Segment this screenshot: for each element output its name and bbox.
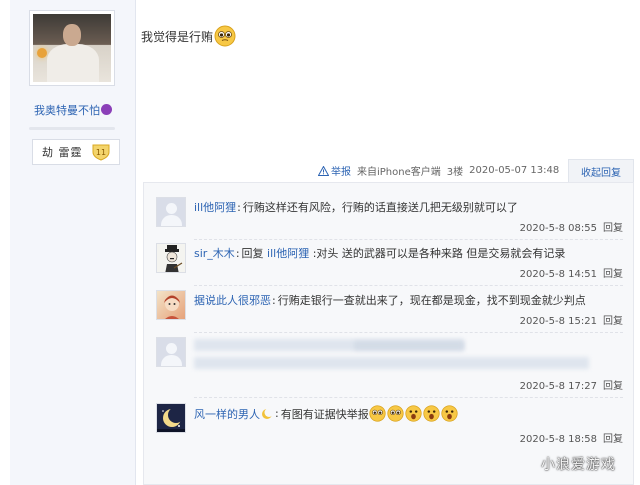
reply-avatar[interactable] <box>156 337 186 367</box>
reply-username[interactable]: sir_木木 <box>194 245 235 261</box>
reply-avatar[interactable] <box>156 290 186 320</box>
reply-content: ill他阿狸 : 行贿这样还有风险，行贿的话直接送几把无级别就可以了 <box>194 199 518 215</box>
reply-content: 风一样的男人 : 有图有证据快举报 <box>194 405 459 422</box>
reply-content: sir_木木 : 回复 ill他阿狸 :对头 送的武器可以是各种来路 但是交易就… <box>194 245 565 261</box>
level-name: 劫 雷霆 <box>42 146 83 159</box>
reply-content: 据说此人很邪恶 : 行贿走银行一查就出来了，现在都是现金，找不到现金就少判点 <box>194 292 586 308</box>
reply-button[interactable]: 回复 <box>603 381 623 392</box>
reply-button[interactable]: 回复 <box>603 269 623 280</box>
list-item: ill他阿狸 : 行贿这样还有风险，行贿的话直接送几把无级别就可以了 2020-… <box>144 197 633 240</box>
blurred-content <box>354 341 464 350</box>
reply-footer: 2020-5-8 14:51 回复 <box>520 265 623 280</box>
post-content: 我觉得是行贿 <box>141 25 236 47</box>
scared-face-emoji-icon <box>441 405 458 422</box>
moon-emoji-icon <box>262 407 273 419</box>
scared-face-emoji-icon <box>423 405 440 422</box>
author-username[interactable]: 我奥特曼不怕 <box>10 102 136 118</box>
reply-button[interactable]: 回复 <box>603 223 623 234</box>
list-item: 2020-5-8 17:27 回复 <box>144 337 633 398</box>
reply-text: :对头 送的武器可以是各种来路 但是交易就会有记录 <box>312 247 566 260</box>
avatar-image <box>33 14 111 82</box>
author-panel: 我奥特曼不怕 劫 雷霆 11 <box>10 0 136 485</box>
post-meta: 举报 来自iPhone客户端 3楼 2020-05-07 13:48 <box>318 163 565 178</box>
reply-separator: : <box>275 407 279 420</box>
pleading-face-emoji-icon <box>387 405 404 422</box>
reply-footer: 2020-5-8 18:58 回复 <box>520 430 623 445</box>
pleading-face-emoji-icon <box>369 405 386 422</box>
level-badge-box[interactable]: 劫 雷霆 11 <box>32 139 120 165</box>
reply-text: 行贿走银行一查就出来了，现在都是现金，找不到现金就少判点 <box>277 294 586 307</box>
author-avatar[interactable] <box>29 10 115 86</box>
reply-avatar[interactable] <box>156 403 186 433</box>
author-divider <box>29 127 115 130</box>
moon-avatar-icon <box>157 407 185 432</box>
reply-divider <box>194 239 623 240</box>
reply-button[interactable]: 回复 <box>603 316 623 327</box>
reply-time: 2020-5-8 08:55 <box>519 223 597 234</box>
watermark: 小浪爱游戏 <box>541 457 616 473</box>
reply-word: 回复 <box>241 247 264 260</box>
reply-avatar[interactable] <box>156 243 186 273</box>
reply-footer: 2020-5-8 15:21 回复 <box>520 312 623 327</box>
reply-list: ill他阿狸 : 行贿这样还有风险，行贿的话直接送几把无级别就可以了 2020-… <box>143 182 634 485</box>
reply-separator: : <box>237 200 241 214</box>
reply-time: 2020-5-8 15:21 <box>519 316 597 327</box>
reply-time: 2020-5-8 17:27 <box>519 381 597 392</box>
author-name-text[interactable]: 我奥特曼不怕 <box>34 104 100 117</box>
reply-footer: 2020-5-8 08:55 回复 <box>520 219 623 234</box>
reply-time: 2020-5-8 18:58 <box>519 434 597 445</box>
reply-time: 2020-5-8 14:51 <box>519 269 597 280</box>
reply-separator: : <box>235 246 240 260</box>
reply-divider <box>194 397 623 398</box>
reply-username[interactable]: ill他阿狸 <box>194 199 236 215</box>
warning-icon <box>318 165 329 176</box>
post-text: 我觉得是行贿 <box>141 29 214 44</box>
anime-avatar-icon <box>164 295 180 319</box>
reply-text: 有图有证据快举报 <box>280 407 369 421</box>
devil-emoji-icon <box>101 104 112 115</box>
post-floor: 3楼 <box>446 167 464 178</box>
scared-face-emoji-icon <box>405 405 422 422</box>
collapse-replies-button[interactable]: 收起回复 <box>568 159 634 183</box>
reply-button[interactable]: 回复 <box>603 434 623 445</box>
reply-username[interactable]: 风一样的男人 <box>194 406 260 422</box>
chaplin-avatar-icon <box>165 245 183 272</box>
reply-footer: 2020-5-8 17:27 回复 <box>520 377 623 392</box>
report-label[interactable]: 举报 <box>331 163 351 178</box>
pleading-face-emoji-icon <box>214 25 236 47</box>
reply-text: 行贿这样还有风险，行贿的话直接送几把无级别就可以了 <box>242 201 518 214</box>
reply-separator: : <box>272 293 276 307</box>
reply-username[interactable]: 据说此人很邪恶 <box>194 292 271 308</box>
reply-divider <box>194 332 623 333</box>
report-link[interactable]: 举报 <box>318 163 351 178</box>
level-number: 11 <box>96 148 106 157</box>
reply-avatar[interactable] <box>156 197 186 227</box>
reply-to-username[interactable]: ill他阿狸 <box>267 245 309 261</box>
blurred-content <box>194 357 589 369</box>
level-shield-icon: 11 <box>92 144 110 161</box>
post-source: 来自iPhone客户端 <box>357 167 441 178</box>
post-date: 2020-05-07 13:48 <box>469 165 560 176</box>
reply-divider <box>194 285 623 286</box>
